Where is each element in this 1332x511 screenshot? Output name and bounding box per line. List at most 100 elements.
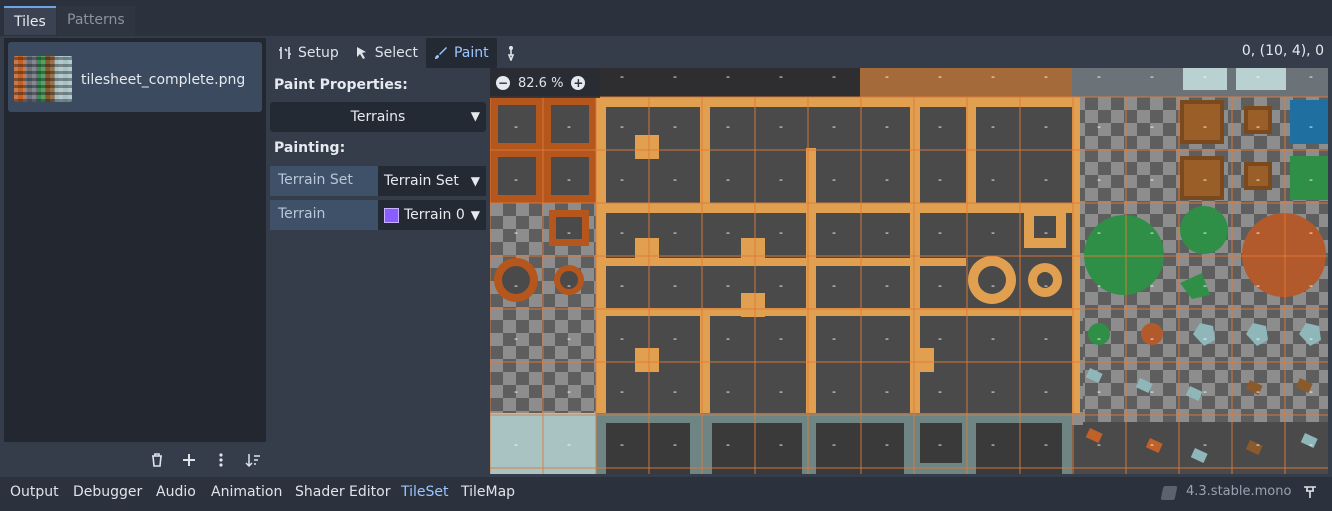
version-label: 4.3.stable.mono <box>1186 484 1292 499</box>
tile-marker: - <box>567 438 571 451</box>
kebab-menu-icon <box>219 453 223 467</box>
source-menu-button[interactable] <box>209 448 233 472</box>
terrain-dropdown[interactable]: Terrain 0 ▼ <box>378 200 486 230</box>
tile-marker: - <box>1097 226 1101 239</box>
tile-marker: - <box>1309 279 1313 292</box>
brush-icon <box>434 47 447 59</box>
tile-marker: - <box>567 226 571 239</box>
tile-marker: - <box>1044 332 1048 345</box>
tile-marker: - <box>1203 226 1207 239</box>
tile-marker: - <box>673 438 677 451</box>
tile-marker: - <box>1256 332 1260 345</box>
tile-marker: - <box>1256 279 1260 292</box>
tile-marker: - <box>832 279 836 292</box>
tile-marker: - <box>991 70 995 83</box>
tile-marker: - <box>1097 120 1101 133</box>
zoom-out-button[interactable]: − <box>496 76 510 90</box>
tile-marker: - <box>1150 120 1154 133</box>
tile-toolbar: Setup Select Paint <box>270 38 525 68</box>
tile-marker: - <box>991 385 995 398</box>
zoom-in-button[interactable]: + <box>571 76 586 90</box>
tile-marker: - <box>1150 385 1154 398</box>
tile-marker: - <box>1044 226 1048 239</box>
bottom-tab-animation[interactable]: Animation <box>211 484 282 500</box>
tile-marker: - <box>1097 385 1101 398</box>
tile-marker: - <box>1256 120 1260 133</box>
sort-sources-button[interactable] <box>241 448 265 472</box>
tile-atlas-view[interactable]: - - - - - - - - - - - - - - - - - - - - - - - - - - - - - - - - - - - - - - - -… <box>490 68 1328 474</box>
paint-properties-heading: Paint Properties: <box>274 77 408 93</box>
delete-source-button[interactable] <box>145 448 169 472</box>
bottom-tab-output[interactable]: Output <box>10 484 59 500</box>
tile-marker: - <box>673 279 677 292</box>
paint-label: Paint <box>453 45 489 61</box>
tile-marker: - <box>1044 120 1048 133</box>
tab-patterns[interactable]: Patterns <box>57 6 135 35</box>
tile-marker: - <box>779 332 783 345</box>
tile-marker: - <box>1203 438 1207 451</box>
bottom-tab-debugger[interactable]: Debugger <box>73 484 142 500</box>
chevron-down-icon: ▼ <box>470 174 480 188</box>
tile-marker: - <box>1150 332 1154 345</box>
tile-marker: - <box>1044 173 1048 186</box>
setup-label: Setup <box>298 45 339 61</box>
paint-button[interactable]: Paint <box>425 38 497 68</box>
terrain-row: Terrain Terrain 0 ▼ <box>270 200 486 230</box>
tile-marker: - <box>1256 385 1260 398</box>
tile-marker: - <box>673 120 677 133</box>
terrain-color-swatch <box>384 207 399 223</box>
tile-marker: - <box>938 120 942 133</box>
tile-marker: - <box>620 332 624 345</box>
tile-marker: - <box>1150 173 1154 186</box>
source-tools <box>145 448 265 472</box>
terrain-set-value: Terrain Set <box>384 173 459 189</box>
tile-marker: - <box>1203 70 1207 83</box>
tile-marker: - <box>779 438 783 451</box>
tile-marker: - <box>885 70 889 83</box>
bottom-tab-tilemap[interactable]: TileMap <box>461 484 515 500</box>
setup-button[interactable]: Setup <box>270 38 347 68</box>
picker-button[interactable] <box>497 38 525 68</box>
tile-marker: - <box>779 226 783 239</box>
tile-marker: - <box>1150 279 1154 292</box>
tile-marker: - <box>1044 385 1048 398</box>
bottom-tab-tileset[interactable]: TileSet <box>401 484 449 500</box>
tile-marker: - <box>885 385 889 398</box>
source-name: tilesheet_complete.png <box>81 72 246 88</box>
source-item[interactable]: tilesheet_complete.png <box>8 42 262 112</box>
tile-marker: - <box>938 332 942 345</box>
coords-readout: 0, (10, 4), 0 <box>1241 43 1324 59</box>
tile-marker: - <box>567 279 571 292</box>
tile-marker: - <box>1203 385 1207 398</box>
bottom-tab-shader-editor[interactable]: Shader Editor <box>295 484 390 500</box>
tile-marker: - <box>1203 120 1207 133</box>
tile-marker: - <box>726 173 730 186</box>
bottom-tab-audio[interactable]: Audio <box>156 484 196 500</box>
plus-icon <box>183 454 195 466</box>
tile-marker: - <box>514 438 518 451</box>
tile-marker: - <box>1256 70 1260 83</box>
select-button[interactable]: Select <box>347 38 426 68</box>
version-icon <box>1160 486 1178 500</box>
tile-marker: - <box>514 173 518 186</box>
tile-marker: - <box>726 438 730 451</box>
zoom-level: 82.6 % <box>518 75 564 91</box>
terrain-value: Terrain 0 <box>404 207 465 223</box>
tab-tiles[interactable]: Tiles <box>4 6 56 35</box>
tile-marker: - <box>514 120 518 133</box>
atlas-canvas[interactable]: - - - - - - - - - - - - - - - - - - - - - - - - - - - - - - - - - - - - - - - -… <box>490 68 1328 474</box>
terrain-set-dropdown[interactable]: Terrain Set ▼ <box>378 166 486 196</box>
tile-marker: - <box>620 438 624 451</box>
terrain-set-label: Terrain Set <box>270 166 378 196</box>
tile-marker: - <box>832 385 836 398</box>
tile-marker: - <box>1309 226 1313 239</box>
paint-mode-dropdown[interactable]: Terrains ▼ <box>270 102 486 132</box>
tile-marker: - <box>620 385 624 398</box>
tile-marker: - <box>1203 173 1207 186</box>
pin-panel-icon[interactable] <box>1302 484 1320 502</box>
tile-marker: - <box>832 70 836 83</box>
tile-marker: - <box>620 173 624 186</box>
add-source-button[interactable] <box>177 448 201 472</box>
tile-marker: - <box>673 385 677 398</box>
tile-marker: - <box>1097 173 1101 186</box>
